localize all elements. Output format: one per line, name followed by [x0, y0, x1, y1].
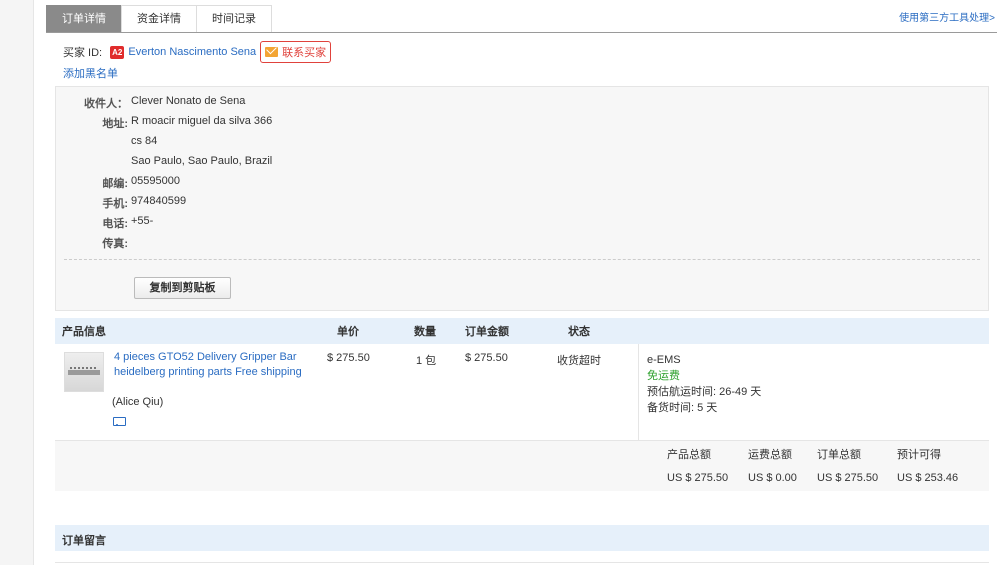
- address-row: 收件人： Clever Nonato de Sena: [56, 95, 456, 111]
- address-value: Sao Paulo, Sao Paulo, Brazil: [131, 155, 273, 167]
- product-table-header: 产品信息 单价 数量 订单金额 状态: [55, 318, 989, 344]
- left-sidebar: [0, 0, 34, 565]
- copy-to-clipboard-button[interactable]: 复制到剪贴板: [134, 277, 231, 299]
- address-value: 974840599: [131, 195, 187, 207]
- address-key: 传真:: [102, 238, 128, 250]
- dashed-divider: [64, 259, 980, 260]
- contact-buyer-label: 联系买家: [282, 47, 327, 59]
- tab-order-details[interactable]: 订单详情: [46, 5, 122, 33]
- shipping-address-panel: 收件人： Clever Nonato de Sena 地址: R moacir …: [55, 86, 989, 311]
- expected-income-value: US $ 253.46: [897, 472, 959, 484]
- buyer-name-link[interactable]: Everton Nascimento Sena: [128, 46, 256, 58]
- shipping-info: e-EMS 免运费 预估航运时间: 26-49 天 备货时间: 5 天: [638, 344, 761, 441]
- tab-time-records[interactable]: 时间记录: [196, 5, 272, 33]
- address-value: +55-: [131, 215, 154, 227]
- buyer-level-badge: A2: [110, 45, 125, 59]
- address-row: 手机: 974840599: [56, 195, 456, 211]
- address-value: Clever Nonato de Sena: [131, 95, 246, 107]
- address-key: [56, 155, 128, 167]
- order-tabs: 订单详情 资金详情 时间记录: [46, 5, 272, 33]
- product-seller: (Alice Qiu): [112, 396, 164, 408]
- address-row: 地址: R moacir miguel da silva 366: [56, 115, 456, 131]
- order-message-header: 订单留言: [55, 525, 989, 551]
- header-quantity: 数量: [414, 326, 436, 338]
- buyer-info: 买家 ID: A2 Everton Nascimento Sena 联系买家: [63, 40, 332, 64]
- order-message-title: 订单留言: [62, 535, 106, 547]
- add-blacklist-link[interactable]: 添加黑名单: [63, 65, 118, 81]
- header-status: 状态: [568, 326, 590, 338]
- address-value: cs 84: [131, 135, 158, 147]
- table-row: 4 pieces GTO52 Delivery Gripper Bar heid…: [55, 344, 989, 441]
- total-shipping-label: 运费总额: [748, 449, 792, 461]
- unit-price: $ 275.50: [327, 352, 370, 364]
- address-key: 地址:: [102, 118, 128, 130]
- header-unit-price: 单价: [337, 326, 359, 338]
- expected-income-label: 预计可得: [897, 449, 941, 461]
- mail-icon: [265, 47, 279, 57]
- order-amount: $ 275.50: [465, 352, 508, 364]
- bottom-divider: [55, 562, 989, 563]
- header-order-amount: 订单金额: [465, 326, 509, 338]
- address-key: 手机:: [102, 198, 128, 210]
- product-thumbnail[interactable]: [64, 352, 104, 392]
- total-order-value: US $ 275.50: [817, 472, 879, 484]
- address-row: Sao Paulo, Sao Paulo, Brazil: [56, 155, 456, 167]
- buyer-id-label: 买家 ID:: [63, 47, 103, 59]
- address-key: 收件人：: [84, 98, 128, 110]
- address-row: 传真:: [56, 235, 456, 251]
- address-value: [128, 235, 131, 251]
- tab-fund-details[interactable]: 资金详情: [121, 5, 197, 33]
- header-product: 产品信息: [62, 326, 106, 338]
- quantity: 1 包: [416, 355, 437, 367]
- contact-buyer-button[interactable]: 联系买家: [260, 41, 332, 63]
- free-shipping-label: 免运费: [647, 370, 680, 382]
- tab-divider: [46, 32, 997, 33]
- address-value: 05595000: [131, 175, 180, 187]
- total-product-value: US $ 275.50: [667, 472, 729, 484]
- address-row: cs 84: [56, 135, 456, 147]
- third-party-tool-link[interactable]: 使用第三方工具处理>: [899, 9, 995, 24]
- total-product-label: 产品总额: [667, 449, 711, 461]
- address-key: 电话:: [102, 218, 128, 230]
- snapshot-icon[interactable]: [113, 417, 126, 426]
- address-value: R moacir miguel da silva 366: [131, 115, 273, 127]
- address-row: 邮编: 05595000: [56, 175, 456, 191]
- total-shipping-value: US $ 0.00: [748, 472, 797, 484]
- address-row: 电话: +55-: [56, 215, 456, 231]
- total-order-label: 订单总额: [817, 449, 861, 461]
- estimated-transit-time: 预估航运时间: 26-49 天: [647, 386, 762, 398]
- product-title-link[interactable]: 4 pieces GTO52 Delivery Gripper Bar heid…: [114, 350, 309, 380]
- stock-time: 备货时间: 5 天: [647, 402, 718, 414]
- shipping-method: e-EMS: [647, 354, 681, 366]
- order-status: 收货超时: [557, 355, 601, 367]
- address-key: [56, 135, 128, 147]
- address-key: 邮编:: [102, 178, 128, 190]
- order-totals: 产品总额 运费总额 订单总额 预计可得 US $ 275.50 US $ 0.0…: [55, 441, 989, 491]
